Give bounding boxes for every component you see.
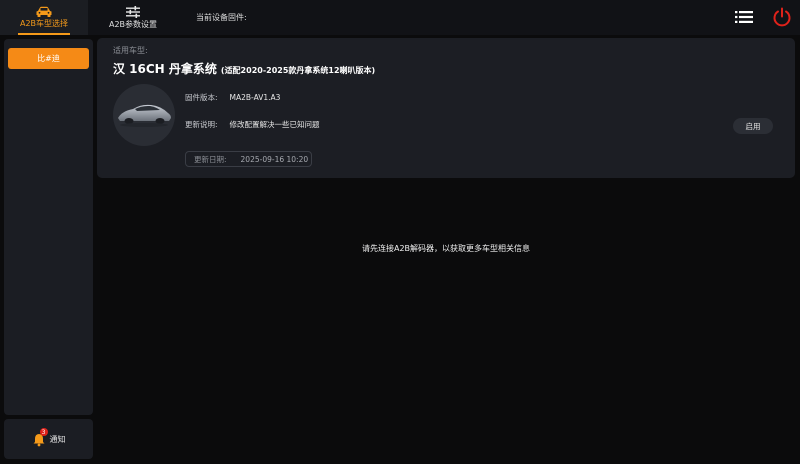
model-name: 汉 16CH 丹拿系统 [113,62,217,76]
car-icon [36,6,52,17]
enable-button[interactable]: 启用 [733,118,773,134]
tab-params-label: A2B参数设置 [108,19,158,29]
model-title: 汉 16CH 丹拿系统 (适配2020-2025款丹拿系统12喇叭版本) [113,60,375,77]
update-note-value: 修改配置解决一些已知问题 [229,120,320,129]
applicable-model-label: 适用车型: [113,46,148,55]
tab-vehicle-select[interactable]: A2B车型选择 [0,0,88,35]
update-date-label: 更新日期: [194,154,227,164]
model-subtitle: (适配2020-2025款丹拿系统12喇叭版本) [220,66,376,75]
update-date-value: 2025-09-16 10:20 [240,154,309,164]
update-note-row: 更新说明: 修改配置解决一些已知问题 [185,119,320,130]
active-tab-indicator [18,33,70,35]
list-icon[interactable] [735,10,753,24]
firmware-version-label: 固件版本: [185,93,218,102]
notification-button[interactable]: 3 通知 [4,419,93,459]
firmware-card: 适用车型: 汉 16CH 丹拿系统 (适配2020-2025款丹拿系统12喇叭版本… [97,38,795,178]
firmware-version-value: MA2B-AV1.A3 [229,93,281,102]
update-date-badge: 更新日期: 2025-09-16 10:20 [185,151,312,167]
car-image [113,84,175,146]
current-firmware-label: 当前设备固件: [196,13,247,22]
firmware-version-row: 固件版本: MA2B-AV1.A3 [185,92,280,103]
sidebar: 比#迪 [4,39,93,415]
top-bar: A2B车型选择 A2B参数设置 当前设备固件: [0,0,800,35]
bell-icon: 3 [32,428,48,447]
power-icon[interactable] [772,7,792,27]
brand-filter-label: 比#迪 [37,54,60,63]
notification-badge: 3 [39,428,48,436]
enable-button-label: 启用 [745,121,761,131]
sliders-icon [126,5,140,18]
update-note-label: 更新说明: [185,120,218,129]
tab-vehicle-label: A2B车型选择 [19,19,69,28]
connect-decoder-message: 请先连接A2B解码器，以获取更多车型相关信息 [361,244,531,253]
notification-label: 通知 [49,434,66,444]
tab-params-settings[interactable]: A2B参数设置 [104,0,162,35]
brand-filter-button[interactable]: 比#迪 [8,48,89,69]
